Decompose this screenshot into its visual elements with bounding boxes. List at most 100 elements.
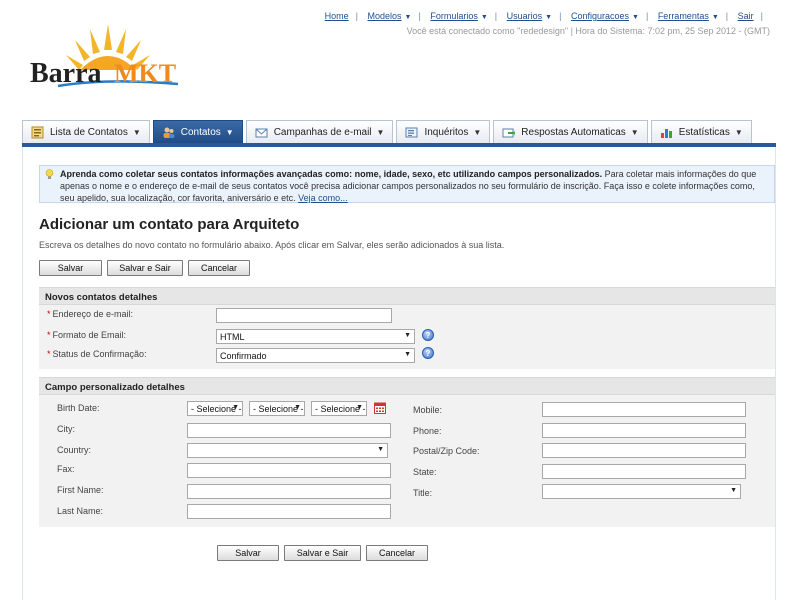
tab-contatos[interactable]: Contatos ▼: [152, 120, 243, 144]
info-tip-box: Aprenda como coletar seus contatos infor…: [39, 165, 775, 203]
title-label: Title:: [413, 488, 433, 498]
birth-year-select[interactable]: - Selecione - ▼: [311, 401, 367, 416]
mobile-field[interactable]: [542, 402, 746, 417]
chevron-down-icon: ▼: [730, 487, 737, 494]
cancel-button[interactable]: Cancelar: [188, 260, 250, 276]
nav-configuracoes[interactable]: Configuracoes: [571, 11, 629, 21]
sun-logo-icon: Barra MKT: [30, 24, 179, 89]
status-label: * Status de Confirmação:: [47, 349, 147, 359]
country-select[interactable]: ▼: [187, 443, 388, 458]
birth-day-select[interactable]: - Selecione - ▼: [187, 401, 243, 416]
tab-label: Respostas Automaticas: [521, 127, 626, 138]
tab-label: Inquéritos: [424, 127, 469, 138]
format-label: * Formato de Email:: [47, 330, 127, 340]
fax-label: Fax:: [57, 464, 75, 474]
chevron-down-icon: ▼: [404, 332, 411, 339]
tab-label: Contatos: [180, 127, 221, 138]
page-description: Escreva os detalhes do novo contato no f…: [39, 240, 505, 250]
page-title: Adicionar um contato para Arquiteto: [39, 216, 300, 233]
autoresponder-icon: [502, 128, 516, 138]
nav-separator: |: [418, 11, 421, 21]
tip-link[interactable]: Veja como...: [298, 193, 348, 203]
first-name-label: First Name:: [57, 485, 104, 495]
chevron-down-icon[interactable]: ▼: [481, 14, 488, 21]
required-marker: *: [47, 349, 51, 359]
email-format-select[interactable]: HTML ▼: [216, 329, 415, 344]
chevron-down-icon: ▼: [376, 128, 385, 137]
nav-ferramentas[interactable]: Ferramentas: [658, 11, 709, 21]
phone-label: Phone:: [413, 426, 442, 436]
nav-usuarios[interactable]: Usuarios: [507, 11, 543, 21]
nav-separator: |: [645, 11, 649, 21]
fax-field[interactable]: [187, 463, 391, 478]
city-label: City:: [57, 424, 75, 434]
tab-campanhas-de-email[interactable]: Campanhas de e-mail ▼: [245, 120, 394, 144]
nav-modelos[interactable]: Modelos: [368, 11, 402, 21]
nav-separator: |: [355, 11, 358, 21]
chevron-down-icon: ▼: [734, 128, 743, 137]
chevron-down-icon: ▼: [377, 446, 384, 453]
contact-list-icon: [31, 126, 44, 139]
save-and-exit-button[interactable]: Salvar e Sair: [107, 260, 183, 276]
postal-code-label: Postal/Zip Code:: [413, 446, 480, 456]
chevron-down-icon: ▼: [356, 404, 363, 411]
last-name-label: Last Name:: [57, 506, 104, 516]
survey-icon: [405, 127, 418, 138]
phone-field[interactable]: [542, 423, 746, 438]
chevron-down-icon: ▼: [132, 128, 141, 137]
section-title: Novos contatos detalhes: [39, 288, 775, 305]
save-button[interactable]: Salvar: [39, 260, 102, 276]
confirmation-status-select[interactable]: Confirmado ▼: [216, 348, 415, 363]
birth-date-label: Birth Date:: [57, 403, 100, 413]
nav-sair[interactable]: Sair: [738, 11, 754, 21]
tab-label: Campanhas de e-mail: [273, 127, 372, 138]
help-icon[interactable]: ?: [422, 347, 434, 359]
nav-separator: |: [494, 11, 498, 21]
lightbulb-icon: [45, 169, 54, 179]
chevron-down-icon: ▼: [225, 128, 234, 137]
tab-inqueritos[interactable]: Inquéritos ▼: [396, 120, 491, 144]
main-content: Aprenda como coletar seus contatos infor…: [22, 147, 776, 600]
save-and-exit-button[interactable]: Salvar e Sair: [284, 545, 361, 561]
state-field[interactable]: [542, 464, 746, 479]
tab-label: Estatísticas: [678, 127, 730, 138]
main-tabs: Lista de Contatos ▼ Contatos ▼ Campanhas d…: [22, 120, 752, 144]
calendar-icon[interactable]: [374, 402, 386, 414]
tab-respostas-automaticas[interactable]: Respostas Automaticas ▼: [493, 120, 648, 144]
state-label: State:: [413, 467, 437, 477]
email-label: * Endereço de e-mail:: [47, 309, 134, 319]
logo-text-mkt: MKT: [114, 59, 176, 88]
chevron-down-icon[interactable]: ▼: [712, 14, 719, 21]
chevron-down-icon: ▼: [473, 128, 482, 137]
chevron-down-icon: ▼: [630, 128, 639, 137]
chevron-down-icon: ▼: [294, 404, 301, 411]
postal-code-field[interactable]: [542, 443, 746, 458]
logo: Barra MKT: [28, 20, 188, 100]
help-icon[interactable]: ?: [422, 329, 434, 341]
nav-separator: |: [559, 11, 562, 21]
email-field[interactable]: [216, 308, 392, 323]
save-button[interactable]: Salvar: [217, 545, 279, 561]
chevron-down-icon: ▼: [404, 351, 411, 358]
chevron-down-icon[interactable]: ▼: [405, 14, 412, 21]
chevron-down-icon[interactable]: ▼: [545, 14, 552, 21]
tab-lista-de-contatos[interactable]: Lista de Contatos ▼: [22, 120, 150, 144]
required-marker: *: [47, 309, 51, 319]
nav-home[interactable]: Home: [325, 11, 349, 21]
top-navigation: Home | Modelos ▼ | Formularios ▼ | Usuarios ▼ |…: [325, 11, 770, 21]
city-field[interactable]: [187, 423, 391, 438]
first-name-field[interactable]: [187, 484, 391, 499]
birth-month-select[interactable]: - Selecione - ▼: [249, 401, 305, 416]
cancel-button[interactable]: Cancelar: [366, 545, 428, 561]
mobile-label: Mobile:: [413, 405, 443, 415]
title-select[interactable]: ▼: [542, 484, 741, 499]
chevron-down-icon[interactable]: ▼: [632, 14, 639, 21]
nav-formularios[interactable]: Formularios: [430, 11, 478, 21]
country-label: Country:: [57, 445, 92, 455]
tip-heading: Aprenda como coletar seus contatos infor…: [60, 169, 603, 179]
required-marker: *: [47, 330, 51, 340]
system-info: Você está conectado como "rededesign" | …: [406, 26, 770, 36]
statistics-icon: [660, 129, 672, 138]
tab-estatisticas[interactable]: Estatísticas ▼: [650, 120, 752, 144]
last-name-field[interactable]: [187, 504, 391, 519]
